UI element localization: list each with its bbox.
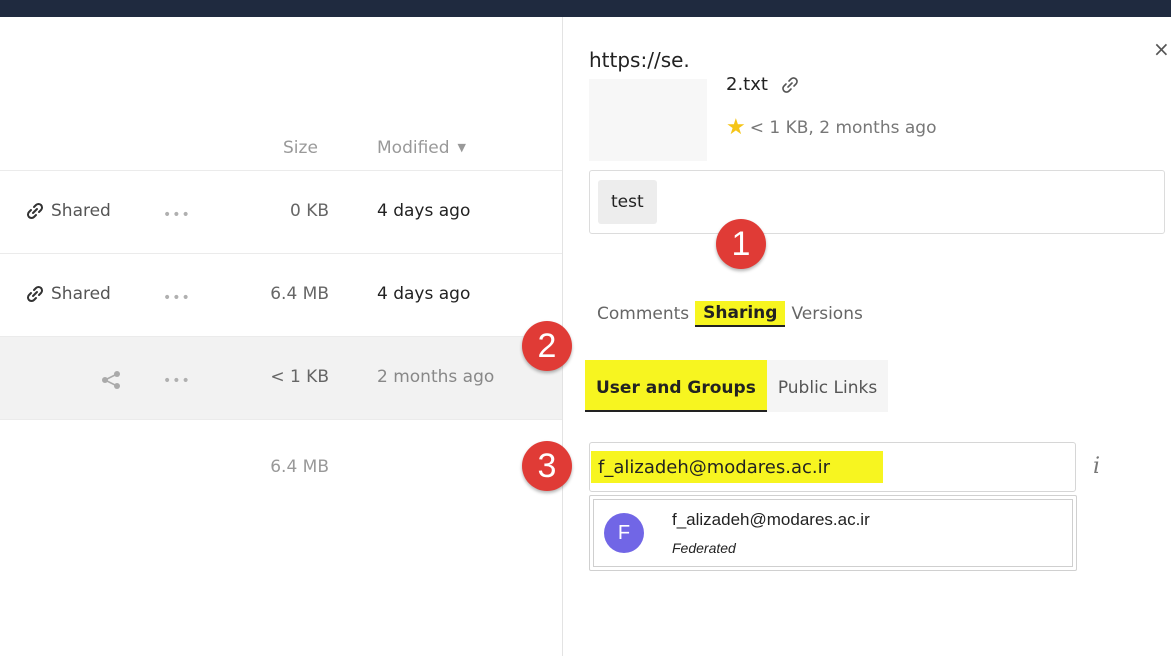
share-icon[interactable] [100,369,122,396]
tab-comments[interactable]: Comments [597,304,689,324]
file-meta: ★ < 1 KB, 2 months ago [726,115,937,140]
link-icon [26,202,44,220]
suggestion-email: f_alizadeh@modares.ac.ir [672,510,870,529]
star-icon[interactable]: ★ [726,115,746,140]
file-modified: 2 months ago [377,367,495,387]
summary-row: 6.4 MB [0,419,562,479]
step-badge-2: 2 [522,321,572,371]
info-icon[interactable]: i [1093,454,1100,479]
tags-input[interactable]: test [589,170,1165,234]
tab-versions[interactable]: Versions [791,304,862,324]
link-icon [26,285,44,303]
more-actions-icon[interactable]: ••• [163,207,191,223]
file-name-label: 2.txt [726,74,768,95]
step-badge-1: 1 [716,219,766,269]
share-status-label: Shared [51,201,111,221]
file-row-selected[interactable]: ••• < 1 KB 2 months ago [0,336,562,419]
autocomplete-item[interactable]: F f_alizadeh@modares.ac.ir Federated [593,499,1073,567]
file-size: 6.4 MB [270,284,329,304]
share-status[interactable]: Shared [25,284,111,304]
details-sidebar: × https://se. 2.txt ★ < 1 KB, 2 months a… [563,17,1171,656]
share-status[interactable]: Shared [25,201,111,221]
more-actions-icon[interactable]: ••• [163,373,191,389]
file-meta-text: < 1 KB, 2 months ago [749,117,937,138]
thumbnail-url-text: https://se. [589,48,690,72]
file-modified: 4 days ago [377,201,471,221]
avatar: F [604,513,644,553]
file-name: 2.txt [726,74,800,95]
subtab-public-links[interactable]: Public Links [766,360,889,412]
file-size: 0 KB [289,201,329,221]
tag-chip[interactable]: test [598,180,657,224]
step-badge-3: 3 [522,441,572,491]
file-list: Size Modified ▼ Shared ••• 0 KB 4 days ag… [0,17,562,656]
file-size: < 1 KB [270,367,329,387]
autocomplete-dropdown: F f_alizadeh@modares.ac.ir Federated [589,495,1077,571]
share-with-field[interactable] [589,442,1076,492]
suggestion-type: Federated [672,540,736,556]
sort-desc-icon: ▼ [457,141,467,154]
top-bar [0,0,1171,17]
tab-sharing[interactable]: Sharing [695,301,786,327]
file-row[interactable]: Shared ••• 6.4 MB 4 days ago [0,253,562,336]
total-size: 6.4 MB [270,457,329,477]
column-header-modified-label: Modified [377,138,450,158]
file-modified: 4 days ago [377,284,471,304]
sidebar-tabs: Comments Sharing Versions [597,301,863,327]
close-icon[interactable]: × [1153,37,1170,61]
share-with-input[interactable] [598,452,1068,482]
link-icon[interactable] [780,75,800,95]
file-thumbnail [589,79,707,161]
file-row[interactable]: Shared ••• 0 KB 4 days ago [0,170,562,253]
column-header-size[interactable]: Size [283,138,318,158]
more-actions-icon[interactable]: ••• [163,290,191,306]
share-status-label: Shared [51,284,111,304]
sharing-subtabs: User and Groups Public Links [585,360,889,412]
subtab-user-and-groups[interactable]: User and Groups [585,360,767,412]
column-header-modified[interactable]: Modified ▼ [377,138,466,158]
